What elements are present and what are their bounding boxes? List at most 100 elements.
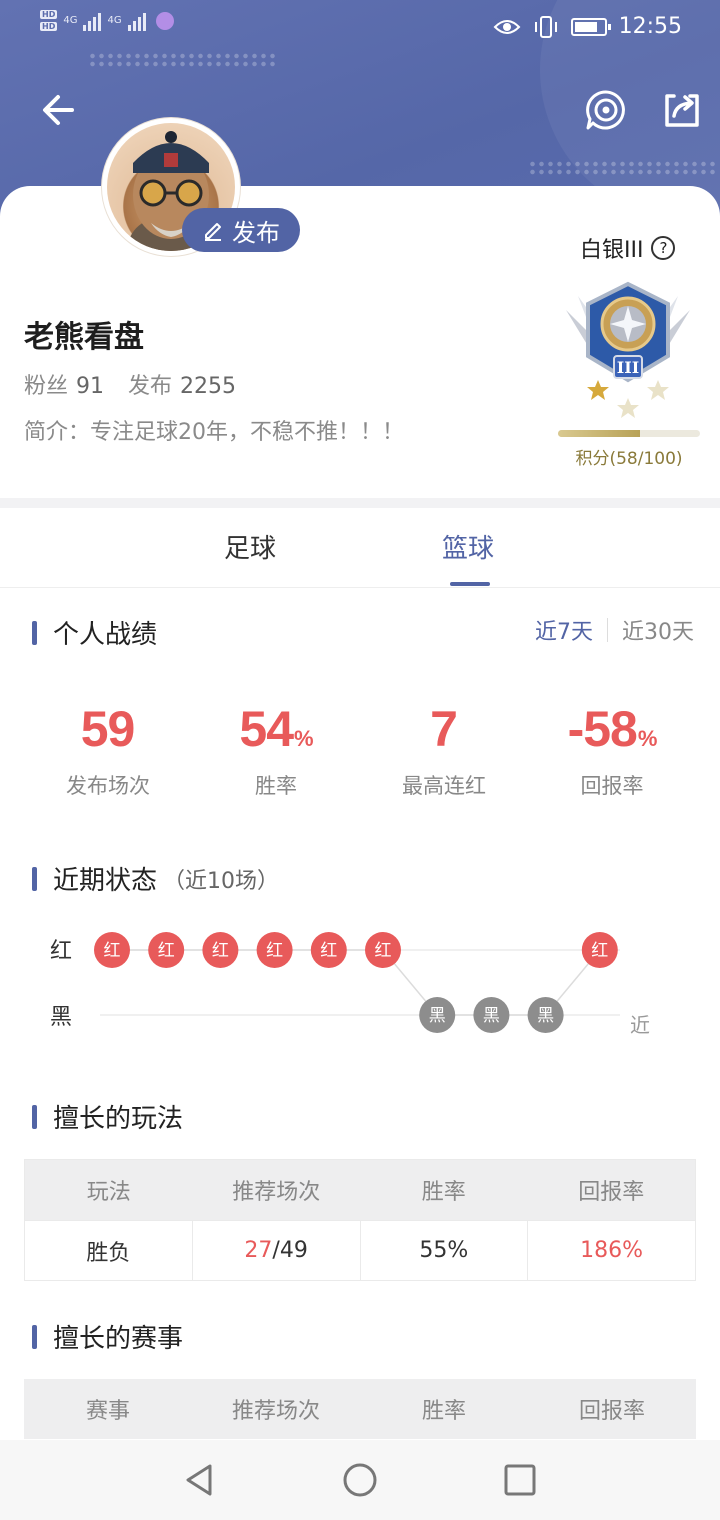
result-red-point: 红	[148, 932, 185, 968]
result-label: 红	[158, 941, 175, 961]
share-icon[interactable]	[660, 88, 704, 132]
result-label: 黑	[537, 1006, 554, 1026]
publish-button[interactable]: 发布	[182, 208, 300, 252]
system-nav-bar	[0, 1440, 720, 1520]
range-7-days[interactable]: 近7天	[535, 614, 593, 646]
result-label: 红	[212, 941, 229, 961]
row-label-red: 红	[50, 939, 72, 964]
form-trend-line	[112, 949, 601, 1016]
wins-count: 27	[244, 1238, 273, 1263]
target-chat-icon[interactable]	[584, 88, 628, 132]
column-header: 赛事	[85, 1399, 130, 1424]
win-rate-cell: 55%	[359, 1221, 528, 1280]
section-title-text: 擅长的赛事	[53, 1324, 184, 1354]
fans-stat[interactable]: 粉丝 91	[24, 368, 104, 400]
table-row[interactable]: 胜负 27/49 55% 186%	[25, 1220, 695, 1280]
metric-value: 59	[24, 700, 192, 758]
recents-square-icon[interactable]	[500, 1460, 540, 1500]
metric-max-streak: 7 最高连红	[360, 700, 528, 800]
posts-label: 发布	[128, 374, 173, 399]
column-header: 胜率	[421, 1180, 466, 1205]
metric-value: 54%	[192, 700, 360, 758]
sport-tabs: 足球 篮球	[0, 508, 720, 588]
result-red-point: 红	[94, 932, 130, 968]
result-label: 红	[591, 941, 608, 961]
section-title-text: 近期状态	[53, 866, 158, 896]
play-table: 玩法 推荐场次 胜率 回报率 胜负 27/49 55% 186%	[24, 1159, 696, 1281]
result-red-point: 红	[581, 932, 618, 968]
table-header-row: 赛事 推荐场次 胜率 回报率	[24, 1379, 696, 1439]
clock-time: 12:55	[618, 14, 682, 39]
result-label: 红	[375, 941, 392, 961]
rank-name: 白银III	[580, 238, 644, 263]
recent-end-label: 近	[630, 1013, 650, 1037]
status-bar: HD HD 4G 4G 12:55	[0, 0, 720, 56]
metric-value: -58%	[528, 700, 696, 758]
score-text: 积分(58/100)	[575, 449, 683, 469]
signal-icon	[83, 11, 102, 31]
fans-label: 粉丝	[24, 374, 69, 399]
section-title-text: 擅长的玩法	[53, 1104, 184, 1134]
recommend-count-cell: 27/49	[191, 1221, 360, 1280]
record-metrics: 59 发布场次 54% 胜率 7 最高连红 -58% 回报率	[24, 700, 696, 800]
events-table: 赛事 推荐场次 胜率 回报率	[24, 1379, 696, 1439]
column-header: 回报率	[578, 1399, 645, 1424]
user-stats: 粉丝 91 发布 2255	[24, 368, 236, 400]
column-header: 推荐场次	[232, 1180, 321, 1205]
return-rate-cell: 186%	[527, 1221, 695, 1280]
column-header: 胜率	[421, 1399, 466, 1424]
metric-return-rate: -58% 回报率	[528, 700, 696, 800]
network-type-label: 4G	[63, 15, 78, 26]
user-bio: 简介：专注足球20年，不稳不推！！！	[24, 420, 404, 445]
posts-stat[interactable]: 发布 2255	[128, 368, 236, 400]
play-type-cell: 胜负	[86, 1240, 131, 1266]
section-divider	[0, 498, 720, 508]
recent-form-title: 近期状态 （近10场）	[32, 860, 279, 897]
column-header: 推荐场次	[231, 1399, 320, 1424]
personal-record-title: 个人战绩	[32, 614, 157, 651]
metric-posts: 59 发布场次	[24, 700, 192, 800]
section-title-text: 个人战绩	[53, 620, 158, 650]
result-black-point: 黑	[473, 997, 510, 1033]
tab-football[interactable]: 足球	[224, 528, 276, 565]
metric-label: 胜率	[255, 774, 297, 798]
result-red-point: 红	[256, 932, 293, 968]
result-black-point: 黑	[527, 997, 564, 1033]
result-red-point: 红	[202, 932, 239, 968]
good-at-play-title: 擅长的玩法	[32, 1098, 183, 1135]
result-black-point: 黑	[419, 997, 456, 1033]
app-notification-icon	[155, 11, 174, 30]
section-subtitle: （近10场）	[163, 868, 280, 894]
fans-count: 91	[76, 374, 105, 399]
hd-label: HD	[40, 10, 58, 19]
metric-label: 最高连红	[402, 774, 486, 798]
home-circle-icon[interactable]	[340, 1460, 380, 1500]
row-label-black: 黑	[50, 1005, 72, 1030]
column-header: 玩法	[86, 1180, 131, 1205]
result-label: 红	[320, 941, 337, 961]
metric-unit: %	[294, 726, 314, 751]
range-toggle: 近7天 近30天	[535, 614, 694, 646]
posts-count: 2255	[180, 374, 237, 399]
system-status: 12:55	[493, 14, 682, 39]
network-type-label: 4G	[107, 15, 122, 26]
good-at-events-title: 擅长的赛事	[32, 1318, 183, 1355]
hd-label: HD	[40, 22, 58, 31]
silver-rank-badge-icon: III	[566, 281, 690, 418]
tab-basketball[interactable]: 篮球	[442, 528, 494, 565]
metric-value: 7	[360, 700, 528, 758]
help-icon[interactable]: ?	[651, 236, 676, 260]
recent-form-chart: 红 黑 近 红 红 红 红 红 红黑 黑 黑 红	[50, 932, 650, 1037]
back-triangle-icon[interactable]	[180, 1460, 220, 1500]
column-header: 回报率	[578, 1180, 645, 1205]
battery-icon	[570, 17, 611, 36]
metric-number: -58	[567, 701, 638, 757]
vibrate-icon	[534, 15, 557, 38]
result-label: 红	[104, 941, 121, 961]
metric-number: 7	[430, 701, 458, 757]
arrow-left-icon[interactable]	[38, 88, 82, 132]
score-progress-fill	[558, 430, 641, 437]
range-30-days[interactable]: 近30天	[622, 614, 694, 646]
metric-win-rate: 54% 胜率	[192, 700, 360, 800]
metric-number: 54	[239, 701, 294, 757]
